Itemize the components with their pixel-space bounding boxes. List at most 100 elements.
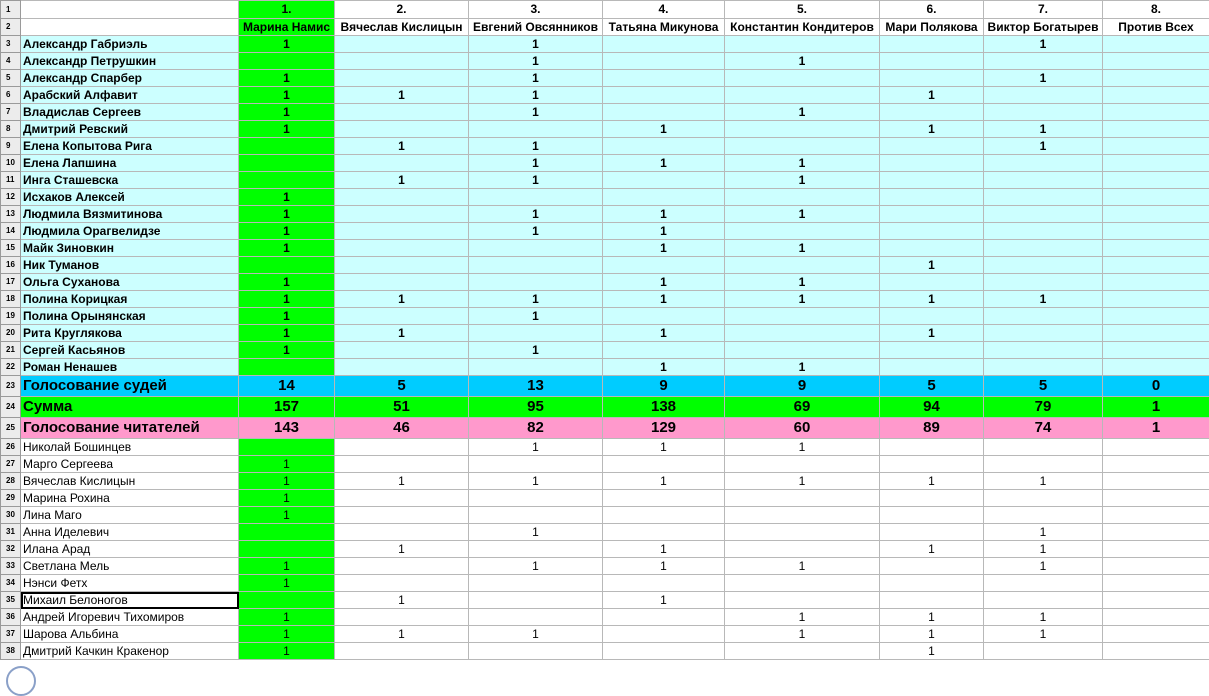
vote-cell[interactable]: 1 [469, 342, 603, 359]
vote-cell[interactable] [469, 456, 603, 473]
vote-cell[interactable]: Мари Полякова [880, 19, 984, 36]
vote-cell[interactable] [239, 138, 335, 155]
vote-cell[interactable]: 95 [469, 397, 603, 418]
vote-cell[interactable]: 1 [469, 439, 603, 456]
vote-cell[interactable]: 1 [239, 206, 335, 223]
vote-cell[interactable] [880, 240, 984, 257]
vote-cell[interactable]: 1 [1103, 397, 1209, 418]
vote-cell[interactable]: 1 [603, 206, 725, 223]
vote-cell[interactable]: 1 [603, 325, 725, 342]
row-header[interactable]: 30 [1, 507, 21, 524]
vote-cell[interactable]: 8. [1103, 1, 1209, 19]
voter-name-cell[interactable]: Шарова Альбина [21, 626, 239, 643]
vote-cell[interactable] [880, 189, 984, 206]
vote-cell[interactable] [880, 490, 984, 507]
vote-cell[interactable] [1103, 240, 1209, 257]
vote-cell[interactable]: 1 [603, 558, 725, 575]
vote-cell[interactable] [984, 87, 1103, 104]
row-header[interactable]: 10 [1, 155, 21, 172]
vote-cell[interactable] [239, 541, 335, 558]
vote-cell[interactable]: 1 [335, 291, 469, 308]
vote-cell[interactable] [469, 257, 603, 274]
row-header[interactable]: 13 [1, 206, 21, 223]
vote-cell[interactable] [335, 507, 469, 524]
vote-cell[interactable] [335, 643, 469, 660]
vote-cell[interactable] [1103, 456, 1209, 473]
vote-cell[interactable] [1103, 342, 1209, 359]
vote-cell[interactable]: 1 [469, 172, 603, 189]
vote-cell[interactable] [335, 53, 469, 70]
vote-cell[interactable]: 1 [984, 291, 1103, 308]
vote-cell[interactable] [469, 592, 603, 609]
vote-cell[interactable]: 1 [725, 473, 880, 490]
vote-cell[interactable]: 1 [725, 291, 880, 308]
voter-name-cell[interactable]: Майк Зиновкин [21, 240, 239, 257]
vote-cell[interactable] [984, 206, 1103, 223]
row-header[interactable]: 26 [1, 439, 21, 456]
vote-cell[interactable] [1103, 473, 1209, 490]
vote-cell[interactable]: 1 [335, 592, 469, 609]
vote-cell[interactable]: 9 [725, 376, 880, 397]
vote-cell[interactable]: 5 [984, 376, 1103, 397]
vote-cell[interactable] [880, 575, 984, 592]
vote-cell[interactable] [1103, 609, 1209, 626]
vote-cell[interactable]: 1 [725, 240, 880, 257]
vote-cell[interactable] [984, 490, 1103, 507]
vote-cell[interactable] [603, 507, 725, 524]
vote-cell[interactable]: 1 [984, 473, 1103, 490]
vote-cell[interactable] [984, 155, 1103, 172]
vote-cell[interactable] [603, 308, 725, 325]
vote-cell[interactable] [469, 643, 603, 660]
vote-cell[interactable]: 1 [335, 172, 469, 189]
row-header[interactable]: 17 [1, 274, 21, 291]
vote-cell[interactable]: 1 [880, 626, 984, 643]
vote-cell[interactable] [603, 490, 725, 507]
vote-cell[interactable]: 46 [335, 418, 469, 439]
vote-cell[interactable]: 1 [239, 87, 335, 104]
vote-cell[interactable]: 1 [880, 609, 984, 626]
vote-cell[interactable] [725, 87, 880, 104]
label-cell[interactable] [21, 19, 239, 36]
vote-cell[interactable] [725, 138, 880, 155]
row-header[interactable]: 23 [1, 376, 21, 397]
vote-cell[interactable] [984, 189, 1103, 206]
vote-cell[interactable]: 1 [880, 643, 984, 660]
vote-cell[interactable]: 1 [335, 626, 469, 643]
vote-cell[interactable]: 6. [880, 1, 984, 19]
vote-cell[interactable] [880, 342, 984, 359]
vote-cell[interactable]: Константин Кондитеров [725, 19, 880, 36]
voter-name-cell[interactable]: Николай Бошинцев [21, 439, 239, 456]
vote-cell[interactable] [335, 104, 469, 121]
vote-cell[interactable] [603, 87, 725, 104]
vote-cell[interactable]: 1 [239, 643, 335, 660]
row-header[interactable]: 35 [1, 592, 21, 609]
voter-name-cell[interactable]: Дмитрий Качкин Кракенор [21, 643, 239, 660]
row-header[interactable]: 9 [1, 138, 21, 155]
vote-cell[interactable] [469, 609, 603, 626]
vote-cell[interactable]: 60 [725, 418, 880, 439]
vote-cell[interactable]: 1 [239, 626, 335, 643]
vote-cell[interactable] [880, 592, 984, 609]
vote-cell[interactable] [1103, 155, 1209, 172]
vote-cell[interactable]: 1 [603, 359, 725, 376]
row-header[interactable]: 16 [1, 257, 21, 274]
vote-cell[interactable]: 1 [725, 609, 880, 626]
vote-cell[interactable]: 1. [239, 1, 335, 19]
vote-cell[interactable] [984, 257, 1103, 274]
vote-cell[interactable] [1103, 524, 1209, 541]
vote-cell[interactable] [603, 53, 725, 70]
vote-cell[interactable] [725, 325, 880, 342]
vote-cell[interactable] [469, 121, 603, 138]
voter-name-cell[interactable]: Инга Сташевска [21, 172, 239, 189]
vote-cell[interactable]: 1 [469, 104, 603, 121]
vote-cell[interactable]: 1 [725, 155, 880, 172]
voter-name-cell[interactable]: Людмила Вязмитинова [21, 206, 239, 223]
vote-cell[interactable] [335, 558, 469, 575]
row-header[interactable]: 31 [1, 524, 21, 541]
vote-cell[interactable] [335, 490, 469, 507]
vote-cell[interactable]: 14 [239, 376, 335, 397]
row-header[interactable]: 8 [1, 121, 21, 138]
vote-cell[interactable] [469, 575, 603, 592]
vote-cell[interactable]: 1 [984, 558, 1103, 575]
vote-cell[interactable] [1103, 138, 1209, 155]
